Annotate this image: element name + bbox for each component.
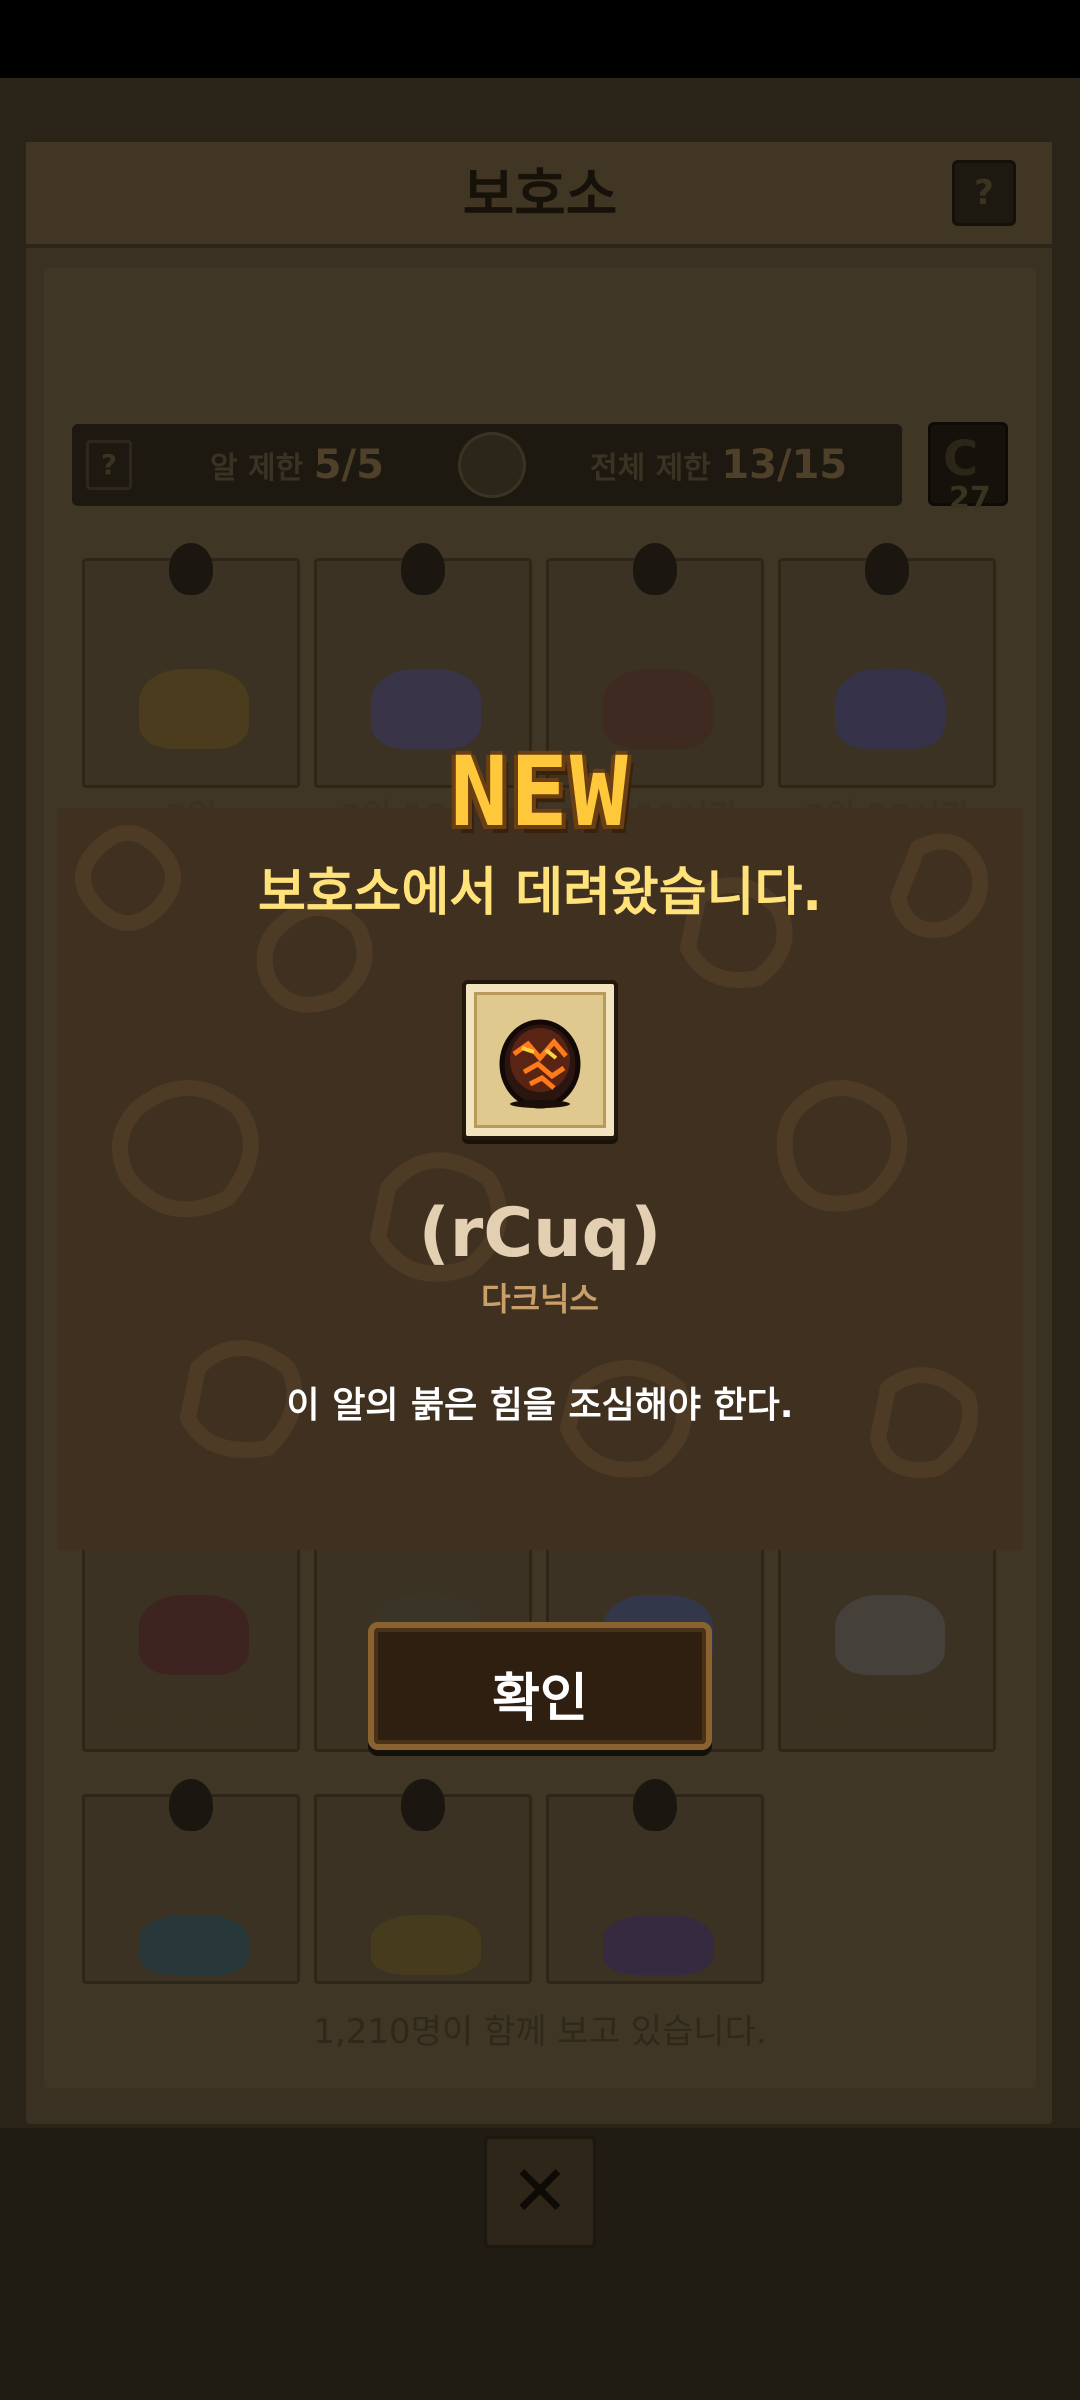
- close-x-icon: ✕: [510, 2150, 570, 2232]
- help-button[interactable]: ?: [952, 160, 1016, 226]
- pin-icon: [865, 543, 909, 595]
- pin-icon: [401, 543, 445, 595]
- pin-icon: [633, 543, 677, 595]
- viewer-count: 1,210명이 함께 보고 있습니다.: [313, 2012, 767, 2052]
- pin-icon: [169, 543, 213, 595]
- limit-help-button[interactable]: ?: [86, 440, 132, 490]
- egg-limit-value: 5/5: [313, 442, 384, 488]
- dark-egg-icon: [499, 1019, 581, 1109]
- new-badge: NEW: [450, 736, 630, 848]
- item-description: 이 알의 붉은 힘을 조심해야 한다.: [286, 1385, 794, 1426]
- question-mark-icon: ?: [974, 173, 994, 213]
- egg-nest-icon: [603, 1915, 713, 1975]
- confirm-label: 확인: [492, 1669, 588, 1729]
- egg-card[interactable]: [546, 1779, 764, 1984]
- total-limit-value: 13/15: [721, 442, 848, 488]
- egg-time: 4일 16시간: [803, 1699, 971, 1737]
- status-bar: [0, 0, 1080, 78]
- egg-card[interactable]: 4일 16시간: [778, 1522, 996, 1752]
- egg-time: 4일 15시간: [107, 1699, 275, 1737]
- refresh-button[interactable]: C 27: [928, 422, 1008, 516]
- egg-limit-label: 알 제한: [210, 451, 304, 486]
- egg-nest-icon: [371, 1915, 481, 1975]
- total-limit: 전체 제한 13/15: [590, 440, 847, 494]
- mascot-icon: [458, 432, 526, 498]
- item-subname: 다크닉스: [481, 1280, 599, 1318]
- refresh-icon: C: [943, 431, 979, 487]
- modal-title: 보호소에서 데려왔습니다.: [257, 863, 823, 923]
- refresh-count: 27: [949, 481, 991, 516]
- page-title: 보호소: [462, 163, 618, 228]
- total-limit-label: 전체 제한: [590, 451, 711, 486]
- egg-limit: 알 제한 5/5: [210, 440, 384, 494]
- pin-icon: [401, 1779, 445, 1831]
- item-frame: [462, 980, 618, 1140]
- egg-card[interactable]: [82, 1779, 300, 1984]
- egg-nest-icon: [835, 1595, 945, 1675]
- item-name: (rCuq): [418, 1194, 662, 1273]
- egg-card[interactable]: [314, 1779, 532, 1984]
- pin-icon: [169, 1779, 213, 1831]
- question-mark-icon: ?: [100, 448, 118, 481]
- pin-icon: [633, 1779, 677, 1831]
- close-button[interactable]: ✕: [484, 2136, 596, 2248]
- egg-nest-icon: [139, 1915, 249, 1975]
- egg-card[interactable]: 4일 15시간: [82, 1522, 300, 1752]
- egg-nest-icon: [139, 1595, 249, 1675]
- confirm-button[interactable]: 확인: [368, 1622, 712, 1750]
